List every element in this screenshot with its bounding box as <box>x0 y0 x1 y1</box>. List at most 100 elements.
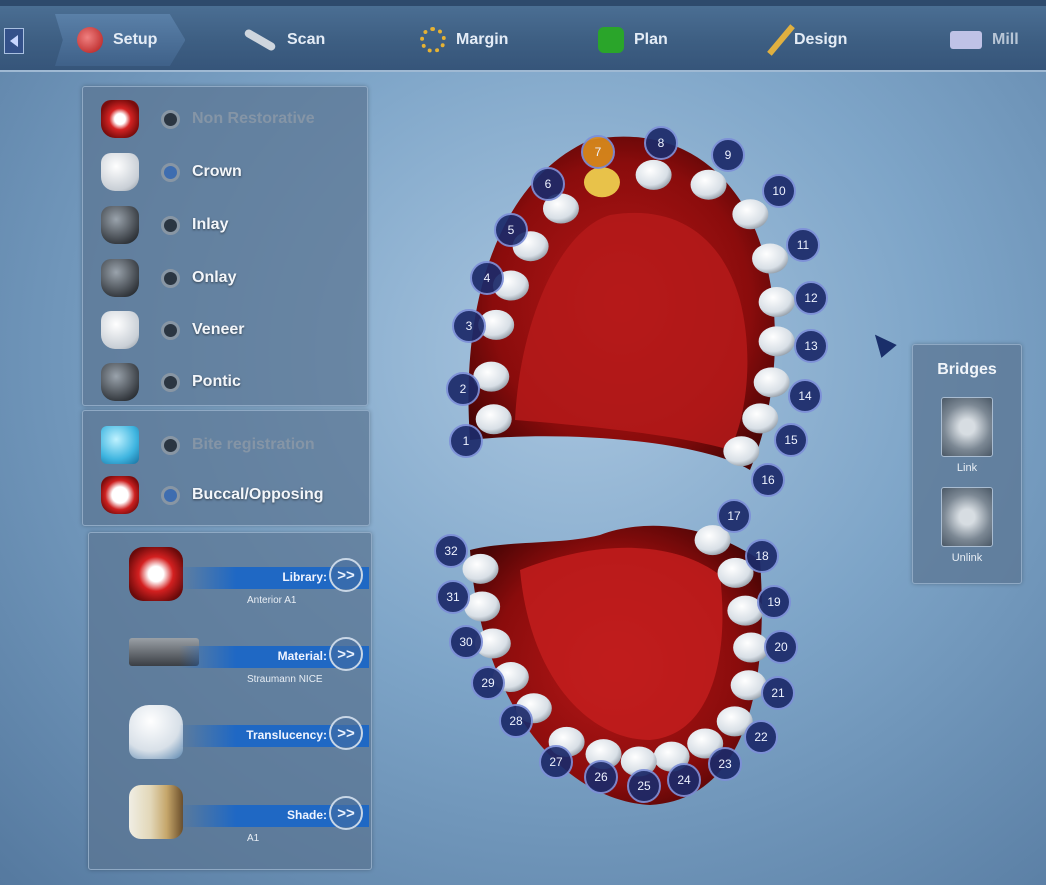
radio-button[interactable] <box>161 109 180 129</box>
tooth-marker-26[interactable]: 26 <box>584 760 618 794</box>
tooth-marker-2[interactable]: 2 <box>446 372 480 406</box>
type-option-crown[interactable]: Crown <box>101 150 242 194</box>
tooth-marker-30[interactable]: 30 <box>449 625 483 659</box>
tooth-marker-10[interactable]: 10 <box>762 174 796 208</box>
type-option-pontic[interactable]: Pontic <box>101 360 241 404</box>
workflow-step-label: Design <box>794 31 848 48</box>
tooth-marker-6[interactable]: 6 <box>531 167 565 201</box>
tooth-marker-19[interactable]: 19 <box>757 585 791 619</box>
tooth-shape[interactable] <box>752 243 789 274</box>
radio-button[interactable] <box>161 435 180 455</box>
tooth-number: 4 <box>484 271 491 285</box>
tooth-number: 11 <box>797 238 810 252</box>
tooth-shape[interactable] <box>758 286 795 317</box>
tooth-number: 19 <box>767 595 781 609</box>
tooth-marker-16[interactable]: 16 <box>751 463 785 497</box>
workflow-step-setup[interactable]: Setup <box>55 14 186 66</box>
radio-button[interactable] <box>161 268 180 288</box>
tooth-shape[interactable] <box>583 167 620 198</box>
tooth-marker-20[interactable]: 20 <box>764 630 798 664</box>
tooth-marker-18[interactable]: 18 <box>745 539 779 573</box>
type-option-onlay[interactable]: Onlay <box>101 256 236 300</box>
tooth-marker-25[interactable]: 25 <box>627 769 661 803</box>
type-option-inlay[interactable]: Inlay <box>101 203 228 247</box>
param-label: Material: <box>277 649 327 663</box>
link-label: Link <box>956 462 978 474</box>
radio-button[interactable] <box>161 485 180 505</box>
tooth-number: 26 <box>594 770 608 784</box>
tooth-number: 24 <box>677 773 691 787</box>
workflow-step-margin[interactable]: Margin <box>420 20 508 60</box>
shade-open-button[interactable]: >> <box>329 796 363 830</box>
tooth-marker-22[interactable]: 22 <box>744 720 778 754</box>
tooth-marker-14[interactable]: 14 <box>788 379 822 413</box>
type-option-veneer[interactable]: Veneer <box>101 308 244 352</box>
tooth-marker-32[interactable]: 32 <box>434 534 468 568</box>
workflow-step-design[interactable]: Design <box>767 20 848 60</box>
shade-teeth-icon <box>129 785 183 839</box>
tooth-number: 31 <box>446 590 460 604</box>
tooth-marker-9[interactable]: 9 <box>711 138 745 172</box>
param-library: Library: >> Anterior A1 <box>119 541 369 613</box>
tooth-number: 3 <box>466 319 473 333</box>
tooth-marker-29[interactable]: 29 <box>471 666 505 700</box>
registration-panel: Bite registration Buccal/Opposing <box>82 410 370 526</box>
tooth-shape[interactable] <box>723 436 760 467</box>
tooth-shape[interactable] <box>475 404 512 435</box>
scanner-icon <box>243 28 277 52</box>
link-bridge-button[interactable] <box>941 397 993 457</box>
tooth-marker-3[interactable]: 3 <box>452 309 486 343</box>
option-buccal-opposing[interactable]: Buccal/Opposing <box>101 473 324 517</box>
tooth-marker-27[interactable]: 27 <box>539 745 573 779</box>
radio-button[interactable] <box>161 162 180 182</box>
workflow-step-mill[interactable]: Mill <box>950 20 1019 60</box>
tooth-marker-13[interactable]: 13 <box>794 329 828 363</box>
tooth-number: 32 <box>444 544 458 558</box>
tooth-shape[interactable] <box>733 632 770 663</box>
option-label: Bite registration <box>192 436 315 453</box>
option-bite-registration[interactable]: Bite registration <box>101 423 315 467</box>
library-open-button[interactable]: >> <box>329 558 363 592</box>
tooth-marker-31[interactable]: 31 <box>436 580 470 614</box>
tooth-marker-5[interactable]: 5 <box>494 213 528 247</box>
radio-button[interactable] <box>161 215 180 235</box>
tooth-marker-15[interactable]: 15 <box>774 423 808 457</box>
radio-button[interactable] <box>161 372 180 392</box>
tooth-marker-28[interactable]: 28 <box>499 704 533 738</box>
tooth-shape[interactable] <box>742 403 779 434</box>
tooth-marker-23[interactable]: 23 <box>708 747 742 781</box>
tooth-number: 22 <box>754 730 768 744</box>
tooth-marker-11[interactable]: 11 <box>786 228 820 262</box>
tooth-marker-12[interactable]: 12 <box>794 281 828 315</box>
workflow-step-plan[interactable]: Plan <box>598 20 668 60</box>
onlay-icon <box>101 259 139 297</box>
tooth-number: 14 <box>798 389 812 403</box>
tooth-number: 17 <box>727 509 741 523</box>
workflow-step-scan[interactable]: Scan <box>243 20 325 60</box>
top-strip <box>0 0 1046 6</box>
tooth-shape[interactable] <box>758 326 795 357</box>
tooth-shape[interactable] <box>690 169 727 200</box>
unlink-bridge-button[interactable] <box>941 487 993 547</box>
back-button[interactable] <box>4 28 24 54</box>
type-label: Crown <box>192 163 242 180</box>
param-translucency: Translucency: >> <box>119 699 369 771</box>
tooth-marker-24[interactable]: 24 <box>667 763 701 797</box>
tooth-marker-1[interactable]: 1 <box>449 424 483 458</box>
tooth-marker-4[interactable]: 4 <box>470 261 504 295</box>
bridges-title: Bridges <box>937 361 997 378</box>
radio-button[interactable] <box>161 320 180 340</box>
type-option-non-restorative[interactable]: Non Restorative <box>101 97 315 141</box>
translucency-open-button[interactable]: >> <box>329 716 363 750</box>
tooth-shape[interactable] <box>753 367 790 398</box>
material-open-button[interactable]: >> <box>329 637 363 671</box>
tooth-number: 6 <box>545 177 552 191</box>
tooth-shape[interactable] <box>635 159 672 190</box>
tooth-marker-8[interactable]: 8 <box>644 126 678 160</box>
tooth-marker-17[interactable]: 17 <box>717 499 751 533</box>
tooth-number: 7 <box>595 145 602 159</box>
tooth-shape[interactable] <box>462 553 499 584</box>
tooth-marker-7[interactable]: 7 <box>581 135 615 169</box>
tooth-shape[interactable] <box>732 199 769 230</box>
tooth-marker-21[interactable]: 21 <box>761 676 795 710</box>
